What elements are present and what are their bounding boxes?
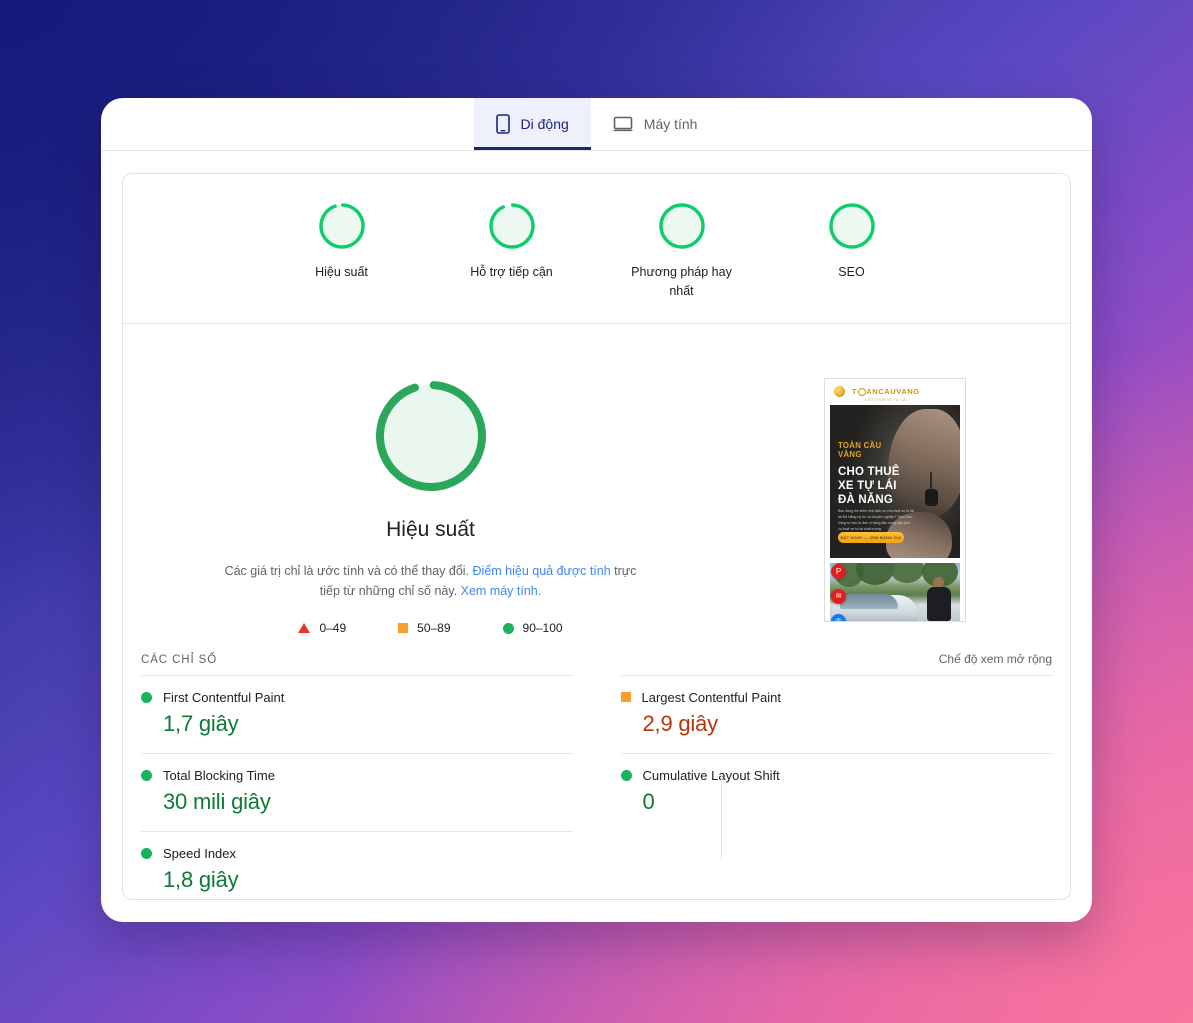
gauge-performance-large: 94 bbox=[371, 376, 491, 496]
pinterest-icon[interactable]: P bbox=[831, 563, 846, 579]
score-label: Hiệu suất bbox=[315, 265, 368, 279]
legend-poor: 0–49 bbox=[298, 621, 346, 635]
score-accessibility[interactable]: 93 Hỗ trợ tiếp cận bbox=[458, 200, 566, 301]
thumbnail-cta-button: ĐẶT NGAY — XEM BẢNG GIÁ bbox=[838, 531, 904, 543]
metric-name: Largest Contentful Paint bbox=[641, 689, 781, 705]
tab-mobile[interactable]: Di động bbox=[473, 98, 592, 150]
page-thumbnail[interactable]: T ANCAUVANG CHO THUÊ XE TỰ LÁI TOÀN CẦU V… bbox=[824, 377, 966, 622]
gauge-accessibility: 93 bbox=[486, 200, 538, 252]
status-good-icon bbox=[141, 769, 152, 781]
metrics-title: CÁC CHỈ SỐ bbox=[141, 653, 218, 666]
car-key-image bbox=[925, 471, 938, 506]
report-panel: 94 Hiệu suất 93 Hỗ trợ tiếp cận bbox=[122, 173, 1071, 900]
metric-name: Total Blocking Time bbox=[163, 767, 275, 783]
circle-icon bbox=[502, 622, 514, 634]
metric-value: 1,7 giây bbox=[163, 710, 239, 736]
desktop-icon bbox=[613, 116, 633, 132]
score-seo[interactable]: 99 SEO bbox=[798, 200, 906, 301]
hero-title: Hiệu suất bbox=[386, 517, 475, 541]
thumbnail-brand: TOÀN CẦU VÀNG bbox=[838, 440, 882, 460]
score-label: Phương pháp hay nhất bbox=[631, 265, 732, 298]
thumbnail-logo-subtitle: CHO THUÊ XE TỰ LÁI bbox=[864, 397, 907, 402]
thumbnail-logo: T ANCAUVANG CHO THUÊ XE TỰ LÁI bbox=[852, 381, 920, 402]
metric-first-contentful-paint[interactable]: First Contentful Paint 1,7 giây bbox=[141, 674, 573, 753]
view-calculator-link[interactable]: Xem máy tính bbox=[461, 584, 538, 598]
person-image bbox=[924, 575, 954, 621]
thumbnail-wordmark: T ANCAUVANG bbox=[852, 386, 920, 396]
thumbnail-photo-section bbox=[830, 562, 960, 621]
triangle-icon bbox=[298, 623, 311, 633]
metrics-grid: First Contentful Paint 1,7 giây Total Bl… bbox=[123, 674, 1070, 900]
thumbnail-paragraph: Bạn đang tìm kiếm một dịch vụ cho thuê x… bbox=[838, 508, 914, 531]
mobile-icon bbox=[495, 114, 510, 134]
status-average-icon bbox=[620, 692, 631, 702]
metrics-column-left: First Contentful Paint 1,7 giây Total Bl… bbox=[141, 674, 597, 900]
metrics-header: CÁC CHỈ SỐ Chế độ xem mở rộng bbox=[123, 652, 1070, 675]
status-good-icon bbox=[141, 847, 152, 859]
person-torso bbox=[927, 586, 951, 621]
legend-good-label: 90–100 bbox=[522, 621, 563, 635]
thumbnail-site-header: T ANCAUVANG CHO THUÊ XE TỰ LÁI bbox=[825, 378, 965, 405]
metric-name: Speed Index bbox=[163, 845, 237, 861]
report-card: Di động Máy tính 94 bbox=[101, 98, 1092, 922]
metric-value: 0 bbox=[642, 788, 655, 814]
metric-value: 30 mili giây bbox=[163, 788, 271, 814]
car-windshield bbox=[840, 593, 898, 609]
status-good-icon bbox=[141, 691, 152, 703]
legend-good: 90–100 bbox=[502, 621, 563, 635]
hero-right: T ANCAUVANG CHO THUÊ XE TỰ LÁI TOÀN CẦU V… bbox=[720, 376, 1070, 652]
message-icon[interactable]: ✉ bbox=[831, 588, 846, 604]
tab-desktop-label: Máy tính bbox=[643, 116, 698, 132]
tab-mobile-label: Di động bbox=[520, 116, 569, 132]
tab-desktop[interactable]: Máy tính bbox=[591, 98, 720, 150]
tree-image bbox=[856, 562, 894, 585]
hero-description: Các giá trị chỉ là ước tính và có thể th… bbox=[225, 561, 637, 602]
tree-image bbox=[890, 562, 924, 583]
square-icon bbox=[398, 623, 409, 633]
metric-cumulative-layout-shift[interactable]: Cumulative Layout Shift 0 bbox=[620, 752, 1052, 831]
metric-value: 1,8 giây bbox=[163, 866, 239, 892]
desc-text-1: Các giá trị chỉ là ước tính và có thể th… bbox=[224, 563, 473, 578]
logo-o-icon bbox=[857, 387, 866, 396]
category-scores: 94 Hiệu suất 93 Hỗ trợ tiếp cận bbox=[123, 174, 1070, 324]
gauge-seo: 99 bbox=[826, 200, 878, 252]
expanded-view-toggle[interactable]: Chế độ xem mở rộng bbox=[939, 652, 1052, 666]
score-best-practices[interactable]: 100 Phương pháp hay nhất bbox=[628, 200, 736, 301]
metric-name: First Contentful Paint bbox=[163, 689, 285, 705]
metric-name: Cumulative Layout Shift bbox=[642, 767, 780, 783]
hero-left: 94 Hiệu suất Các giá trị chỉ là ước tính… bbox=[123, 376, 720, 652]
desc-text-3: . bbox=[537, 583, 542, 598]
logo-icon bbox=[834, 386, 845, 397]
person-head bbox=[933, 576, 944, 588]
score-label: SEO bbox=[838, 265, 865, 279]
legend-average: 50–89 bbox=[398, 621, 451, 635]
metric-largest-contentful-paint[interactable]: Largest Contentful Paint 2,9 giây bbox=[620, 674, 1052, 753]
status-good-icon bbox=[620, 769, 632, 781]
thumbnail-hero-banner: TOÀN CẦU VÀNG CHO THUÊ XE TỰ LÁI ĐÀ NẴNG… bbox=[830, 404, 960, 558]
score-legend: 0–49 50–89 90–100 bbox=[298, 621, 563, 635]
metric-speed-index[interactable]: Speed Index 1,8 giây bbox=[141, 830, 573, 900]
performance-hero: 94 Hiệu suất Các giá trị chỉ là ước tính… bbox=[123, 324, 1070, 860]
hero-divider bbox=[721, 773, 722, 860]
device-tabs: Di động Máy tính bbox=[101, 98, 1092, 151]
performance-calculator-link[interactable]: Điểm hiệu quả được tính bbox=[473, 564, 611, 578]
metric-total-blocking-time[interactable]: Total Blocking Time 30 mili giây bbox=[141, 752, 573, 831]
score-label: Hỗ trợ tiếp cận bbox=[470, 265, 553, 279]
gauge-best-practices: 100 bbox=[656, 200, 708, 252]
thumbnail-heading: CHO THUÊ XE TỰ LÁI ĐÀ NẴNG bbox=[838, 465, 900, 506]
legend-poor-label: 0–49 bbox=[319, 621, 347, 635]
metrics-column-right: Largest Contentful Paint 2,9 giây Cumula… bbox=[597, 674, 1052, 900]
metric-value: 2,9 giây bbox=[642, 710, 719, 736]
score-performance[interactable]: 94 Hiệu suất bbox=[288, 200, 396, 301]
gauge-performance: 94 bbox=[316, 200, 368, 252]
legend-average-label: 50–89 bbox=[417, 621, 451, 635]
